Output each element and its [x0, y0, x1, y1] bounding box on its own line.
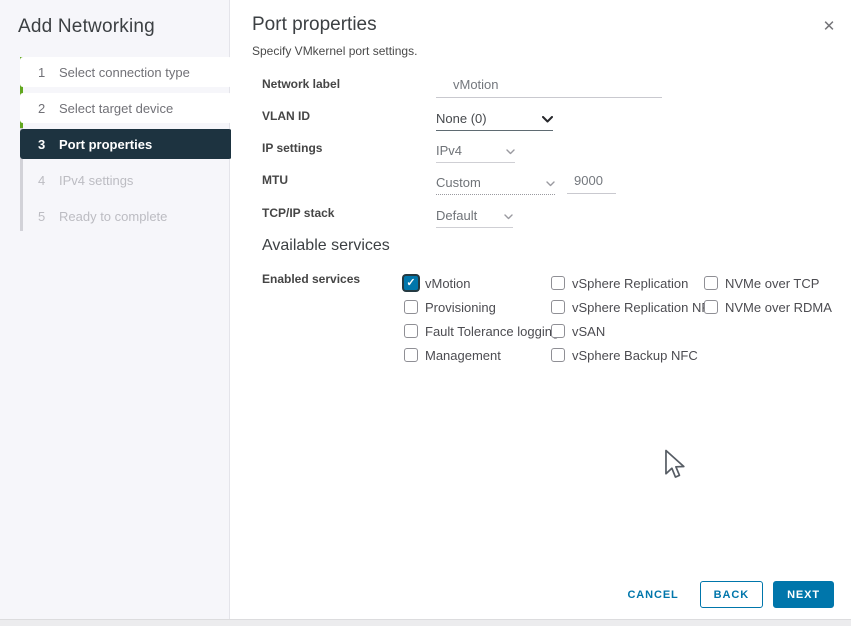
checkbox-provisioning[interactable]: Provisioning	[404, 299, 496, 315]
wizard-step-ipv4-settings: 4 IPv4 settings	[20, 165, 232, 195]
checkbox-unchecked-icon	[551, 300, 565, 314]
checkbox-unchecked-icon	[551, 324, 565, 338]
wizard-sidebar: Add Networking 1 Select connection type …	[0, 0, 232, 619]
checkbox-unchecked-icon	[404, 300, 418, 314]
checkbox-unchecked-icon	[551, 276, 565, 290]
step-label: IPv4 settings	[59, 172, 134, 188]
checkbox-label: vSphere Backup NFC	[572, 347, 698, 363]
checkbox-label: NVMe over RDMA	[725, 299, 832, 315]
checkbox-unchecked-icon	[704, 300, 718, 314]
tcpip-stack-value: Default	[436, 208, 478, 223]
checkbox-nvme-over-rdma[interactable]: NVMe over RDMA	[704, 299, 832, 315]
mouse-cursor-icon	[663, 449, 686, 485]
ip-settings-label: IP settings	[262, 141, 323, 155]
network-label-row: Network label	[262, 77, 822, 101]
page-subtitle: Specify VMkernel port settings.	[252, 44, 418, 58]
checkbox-label: NVMe over TCP	[725, 275, 820, 291]
vlan-id-value: None (0)	[436, 111, 487, 126]
step-number: 4	[38, 172, 46, 188]
cancel-button[interactable]: CANCEL	[623, 581, 682, 608]
chevron-down-icon	[506, 143, 515, 158]
mtu-select[interactable]: Custom	[436, 175, 555, 195]
enabled-services-label: Enabled services	[262, 272, 361, 286]
checkbox-fault-tolerance-logging[interactable]: Fault Tolerance logging	[404, 323, 559, 339]
checkbox-vsphere-replication[interactable]: vSphere Replication	[551, 275, 688, 291]
checkbox-label: Management	[425, 347, 501, 363]
tcpip-stack-select[interactable]: Default	[436, 208, 513, 228]
tcpip-stack-label: TCP/IP stack	[262, 206, 335, 220]
mtu-row: MTU Custom	[262, 173, 822, 197]
add-networking-dialog: Add Networking 1 Select connection type …	[0, 0, 851, 626]
checkbox-label: vSAN	[572, 323, 606, 339]
checkbox-management[interactable]: Management	[404, 347, 501, 363]
checkbox-unchecked-icon	[704, 276, 718, 290]
dialog-title: Add Networking	[18, 16, 155, 37]
step-number: 3	[38, 136, 46, 152]
wizard-footer: CANCEL BACK NEXT	[623, 581, 834, 608]
ip-settings-value: IPv4	[436, 143, 463, 158]
checkbox-unchecked-icon	[404, 348, 418, 362]
checkbox-vsan[interactable]: vSAN	[551, 323, 605, 339]
wizard-step-select-connection-type[interactable]: 1 Select connection type	[20, 57, 232, 87]
wizard-step-ready-to-complete: 5 Ready to complete	[20, 201, 232, 231]
chevron-down-icon	[542, 111, 553, 126]
ip-settings-select[interactable]: IPv4	[436, 143, 515, 163]
checkbox-label: vSphere Replication	[572, 275, 689, 291]
close-icon[interactable]: ✕	[819, 17, 839, 37]
checkbox-unchecked-icon	[551, 348, 565, 362]
checkbox-unchecked-icon	[404, 324, 418, 338]
wizard-steps: 1 Select connection type 2 Select target…	[20, 57, 232, 237]
checkbox-vmotion[interactable]: ✓ vMotion	[404, 275, 471, 291]
ip-settings-row: IP settings IPv4	[262, 141, 822, 165]
wizard-step-port-properties[interactable]: 3 Port properties	[20, 129, 232, 159]
checkbox-checked-icon: ✓	[404, 276, 418, 290]
step-label: Ready to complete	[59, 208, 168, 224]
network-label-label: Network label	[262, 77, 341, 91]
checkbox-label: Provisioning	[425, 299, 496, 315]
step-number: 5	[38, 208, 46, 224]
tcpip-stack-row: TCP/IP stack Default	[262, 206, 822, 230]
step-label: Select connection type	[59, 64, 190, 80]
step-label: Port properties	[59, 136, 153, 152]
page-title: Port properties	[252, 14, 377, 35]
next-button[interactable]: NEXT	[773, 581, 834, 608]
checkbox-label: Fault Tolerance logging	[425, 323, 560, 339]
mtu-custom-input[interactable]	[567, 173, 616, 194]
step-label: Select target device	[59, 100, 174, 116]
vlan-id-label: VLAN ID	[262, 109, 310, 123]
checkbox-label: vSphere Replication NFC	[572, 299, 719, 315]
step-number: 2	[38, 100, 46, 116]
checkbox-nvme-over-tcp[interactable]: NVMe over TCP	[704, 275, 819, 291]
chevron-down-icon	[546, 175, 555, 190]
dialog-bottom-edge	[0, 619, 851, 626]
checkbox-label: vMotion	[425, 275, 471, 291]
wizard-content: Port properties Specify VMkernel port se…	[231, 0, 851, 619]
mtu-label: MTU	[262, 173, 288, 187]
network-label-input[interactable]	[436, 77, 662, 98]
checkbox-vsphere-backup-nfc[interactable]: vSphere Backup NFC	[551, 347, 698, 363]
available-services-heading: Available services	[262, 237, 390, 254]
mtu-value: Custom	[436, 175, 481, 190]
vlan-id-select[interactable]: None (0)	[436, 111, 553, 131]
step-number: 1	[38, 64, 46, 80]
chevron-down-icon	[504, 208, 513, 223]
back-button[interactable]: BACK	[699, 581, 764, 608]
vlan-id-row: VLAN ID None (0)	[262, 109, 822, 133]
wizard-step-select-target-device[interactable]: 2 Select target device	[20, 93, 232, 123]
checkbox-vsphere-replication-nfc[interactable]: vSphere Replication NFC	[551, 299, 719, 315]
